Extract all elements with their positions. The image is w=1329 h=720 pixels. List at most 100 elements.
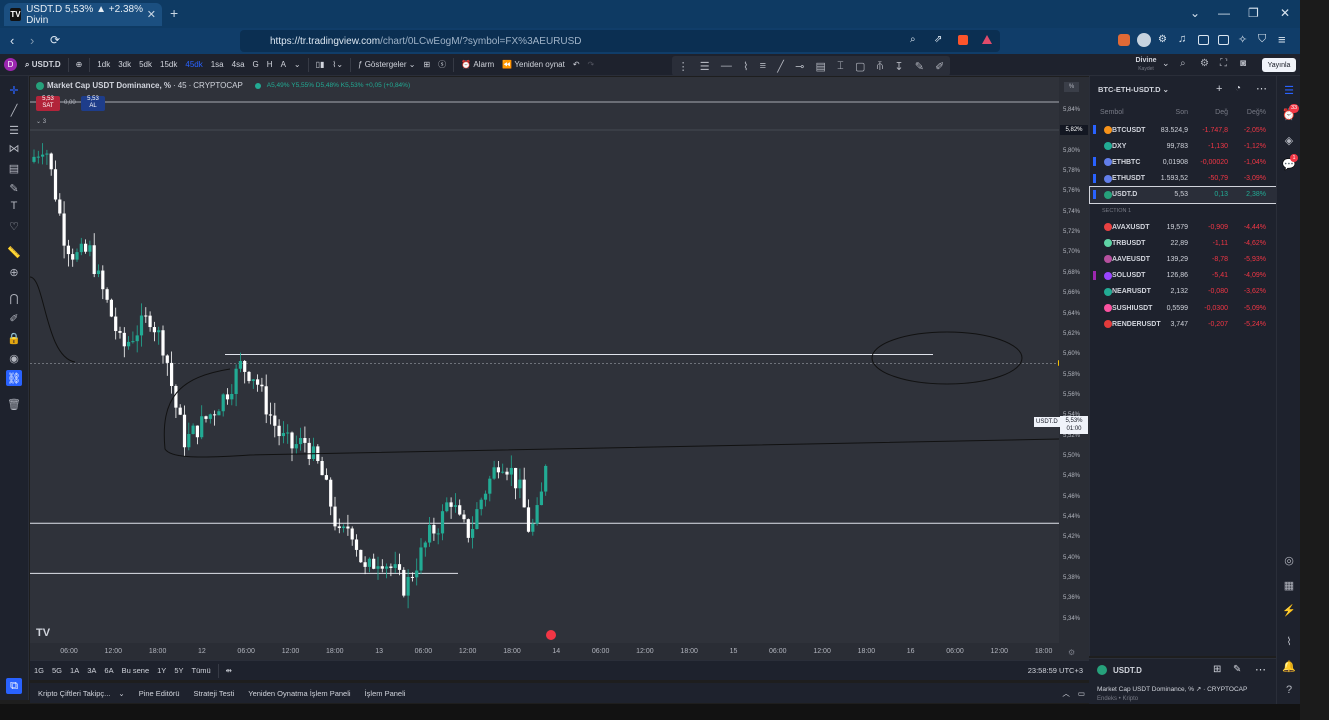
watchlist-row[interactable]: RENDERUSDT 3,747 -0,207 -5,24% bbox=[1090, 316, 1277, 332]
watchlist-row[interactable]: AVAXUSDT 19,579 -0,909 -4,44% bbox=[1090, 219, 1277, 235]
extension-2-icon[interactable] bbox=[1137, 33, 1151, 47]
range-5g[interactable]: 5G bbox=[48, 662, 66, 680]
ideas-widget-icon[interactable]: ⚡ bbox=[1282, 603, 1296, 617]
trash-icon[interactable]: 🗑 bbox=[6, 396, 22, 412]
interval-h[interactable]: H bbox=[263, 56, 277, 74]
brave-shield-icon[interactable] bbox=[958, 35, 968, 45]
range-all[interactable]: Tümü bbox=[188, 662, 215, 680]
pattern-tool-icon[interactable]: ⋈ bbox=[6, 140, 22, 156]
interval-5dk[interactable]: 5dk bbox=[135, 56, 156, 74]
compare-symbol-icon[interactable]: ⊕ bbox=[72, 56, 87, 74]
forward-icon[interactable]: › bbox=[30, 33, 34, 48]
watchlist-section-header[interactable]: SECTION 1 bbox=[1090, 203, 1277, 219]
maximize-panel-icon[interactable]: ▭ bbox=[1074, 684, 1089, 702]
indicators-collapse[interactable]: ⌄ 3 bbox=[36, 118, 46, 125]
tab-close-icon[interactable]: ✕ bbox=[147, 8, 156, 21]
menu-icon[interactable]: ≡ bbox=[1278, 32, 1286, 47]
tab-pine-editor[interactable]: Pine Editörü bbox=[135, 684, 184, 702]
watchlist-row[interactable]: USDT.D 5,53 0,13 2,38% bbox=[1089, 185, 1278, 204]
highlighter-icon[interactable]: ✐ bbox=[935, 60, 944, 73]
details-description[interactable]: Market Cap USDT Dominance, % bbox=[1097, 686, 1194, 693]
maximize-button[interactable]: ❐ bbox=[1248, 6, 1259, 20]
ruler-icon[interactable]: 📏 bbox=[6, 244, 22, 260]
settings-icon[interactable]: ⚙ bbox=[1200, 58, 1209, 69]
screener-dropdown-icon[interactable]: ⌄ bbox=[114, 684, 128, 702]
range-3a[interactable]: 3A bbox=[83, 662, 100, 680]
layout-dropdown-icon[interactable]: ⌄ bbox=[1162, 58, 1170, 69]
col-change-pct[interactable]: Değ% bbox=[1228, 109, 1266, 116]
user-avatar[interactable]: D bbox=[0, 56, 21, 74]
extension-1-icon[interactable] bbox=[1118, 34, 1130, 46]
stay-drawing-icon[interactable]: ✐ bbox=[6, 310, 22, 326]
watchlist-name[interactable]: BTC-ETH-USDT.D ⌄ bbox=[1098, 85, 1169, 94]
clock-label[interactable]: 23:58:59 UTC+3 bbox=[1024, 662, 1087, 680]
share-icon[interactable]: ⇗ bbox=[934, 34, 942, 45]
extensions-icon[interactable]: ⚙ bbox=[1158, 34, 1167, 45]
interval-g[interactable]: G bbox=[249, 56, 263, 74]
row-flag-icon[interactable] bbox=[1093, 270, 1096, 280]
projection-tool-icon[interactable]: ▤ bbox=[6, 160, 22, 176]
target-widget-icon[interactable]: ◎ bbox=[1282, 553, 1296, 567]
tab-strategy-tester[interactable]: Strateji Testi bbox=[190, 684, 239, 702]
fib-tool-icon[interactable]: ☰ bbox=[6, 122, 22, 138]
rectangle-icon[interactable]: ▢ bbox=[855, 60, 865, 73]
browser-tab[interactable]: TV USDT.D 5,53% ▲ +2.38% Divin ✕ bbox=[4, 3, 162, 26]
help-widget-icon[interactable]: ? bbox=[1282, 683, 1296, 697]
arrow-icon[interactable]: ↧ bbox=[894, 60, 903, 73]
crosshair-icon[interactable]: ✛ bbox=[6, 82, 22, 98]
hline-icon[interactable]: — bbox=[721, 60, 732, 72]
brush-tool-icon[interactable]: ✎ bbox=[6, 180, 22, 196]
close-window-button[interactable]: ✕ bbox=[1280, 6, 1290, 20]
fullscreen-icon[interactable]: ⛶ bbox=[1220, 58, 1227, 69]
row-flag-icon[interactable] bbox=[1093, 125, 1096, 134]
vpn-icon[interactable]: ⛉ bbox=[1258, 33, 1266, 46]
reload-icon[interactable]: ⟳ bbox=[50, 33, 60, 47]
interval-a[interactable]: A bbox=[277, 56, 290, 74]
range-ytd[interactable]: Bu sene bbox=[118, 662, 154, 680]
path-icon[interactable]: ⌇ bbox=[743, 60, 748, 73]
sidebar-icon[interactable] bbox=[1198, 35, 1209, 45]
ai-icon[interactable]: ✧ bbox=[1238, 33, 1247, 46]
rewards-icon[interactable] bbox=[982, 35, 992, 44]
row-flag-icon[interactable] bbox=[1093, 189, 1096, 199]
col-symbol[interactable]: Sembol bbox=[1090, 109, 1148, 116]
indicators-button[interactable]: ƒ Göstergeler ⌄ bbox=[354, 56, 419, 74]
replay-button[interactable]: ⏪ Yeniden oynat bbox=[498, 56, 569, 74]
pattern-icon[interactable]: ▤ bbox=[816, 60, 826, 73]
details-edit-icon[interactable]: ✎ bbox=[1233, 664, 1241, 675]
range-5y[interactable]: 5Y bbox=[170, 662, 187, 680]
col-last[interactable]: Son bbox=[1148, 109, 1188, 116]
watchlist-more-icon[interactable]: ⋯ bbox=[1256, 82, 1267, 95]
watchlist-row[interactable]: ETHBTC 0,01908 -0,00020 -1,04% bbox=[1090, 154, 1277, 170]
favorites-icon[interactable]: ♡ bbox=[6, 218, 22, 234]
calendar-widget-icon[interactable]: ▦ bbox=[1282, 578, 1296, 592]
watchlist-row[interactable]: NEARUSDT 2,132 -0,080 -3,62% bbox=[1090, 284, 1277, 300]
layers-widget-icon[interactable]: ◈ bbox=[1282, 133, 1296, 147]
details-symbol[interactable]: USDT.D bbox=[1113, 666, 1142, 675]
advanced-view-icon[interactable]: ◔ bbox=[1235, 83, 1241, 94]
range-1g[interactable]: 1G bbox=[30, 662, 48, 680]
watchlist-widget-icon[interactable]: ☰ bbox=[1282, 83, 1296, 97]
row-flag-icon[interactable] bbox=[1093, 157, 1096, 167]
sell-button[interactable]: 5,53 SAT bbox=[36, 96, 60, 111]
strategy-icon[interactable]: ⓢ bbox=[434, 56, 450, 74]
legend-title[interactable]: Market Cap USDT Dominance, % bbox=[47, 81, 171, 90]
tab-crypto-screener[interactable]: Kripto Çiftleri Takipç... bbox=[34, 684, 114, 702]
undo-icon[interactable]: ↶ bbox=[569, 56, 584, 74]
interval-15dk[interactable]: 15dk bbox=[156, 56, 181, 74]
ray-icon[interactable]: ⊸ bbox=[795, 60, 804, 73]
pitchfork-icon[interactable]: ⫚ bbox=[877, 60, 884, 73]
watchlist-row[interactable]: SOLUSDT 126,86 -5,41 -4,09% bbox=[1090, 268, 1277, 284]
zoom-icon[interactable]: ⌕ bbox=[910, 34, 916, 45]
alarm-button[interactable]: ⏰ Alarm bbox=[457, 56, 498, 74]
price-axis[interactable]: % 5,84% 5,82% 5,80% 5,78% 5,76% 5,74% 5,72% 5,7… bbox=[1059, 77, 1089, 643]
buy-button[interactable]: 5,53 AL bbox=[81, 96, 105, 111]
watchlist-row[interactable]: ETHUSDT 1.593,52 -50,79 -3,09% bbox=[1090, 171, 1277, 187]
redo-icon[interactable]: ↷ bbox=[584, 56, 599, 74]
notifications-widget-icon[interactable]: 🔔 bbox=[1282, 659, 1296, 673]
expand-panel-icon[interactable]: ︿ bbox=[1058, 684, 1074, 702]
link-icon[interactable]: ⛓ bbox=[6, 370, 22, 386]
watchlist-row[interactable]: DXY 99,783 -1,130 -1,12% bbox=[1090, 138, 1277, 154]
details-more-icon[interactable]: ⋯ bbox=[1255, 663, 1266, 676]
axis-settings-icon[interactable]: ⚙ bbox=[1068, 648, 1075, 657]
